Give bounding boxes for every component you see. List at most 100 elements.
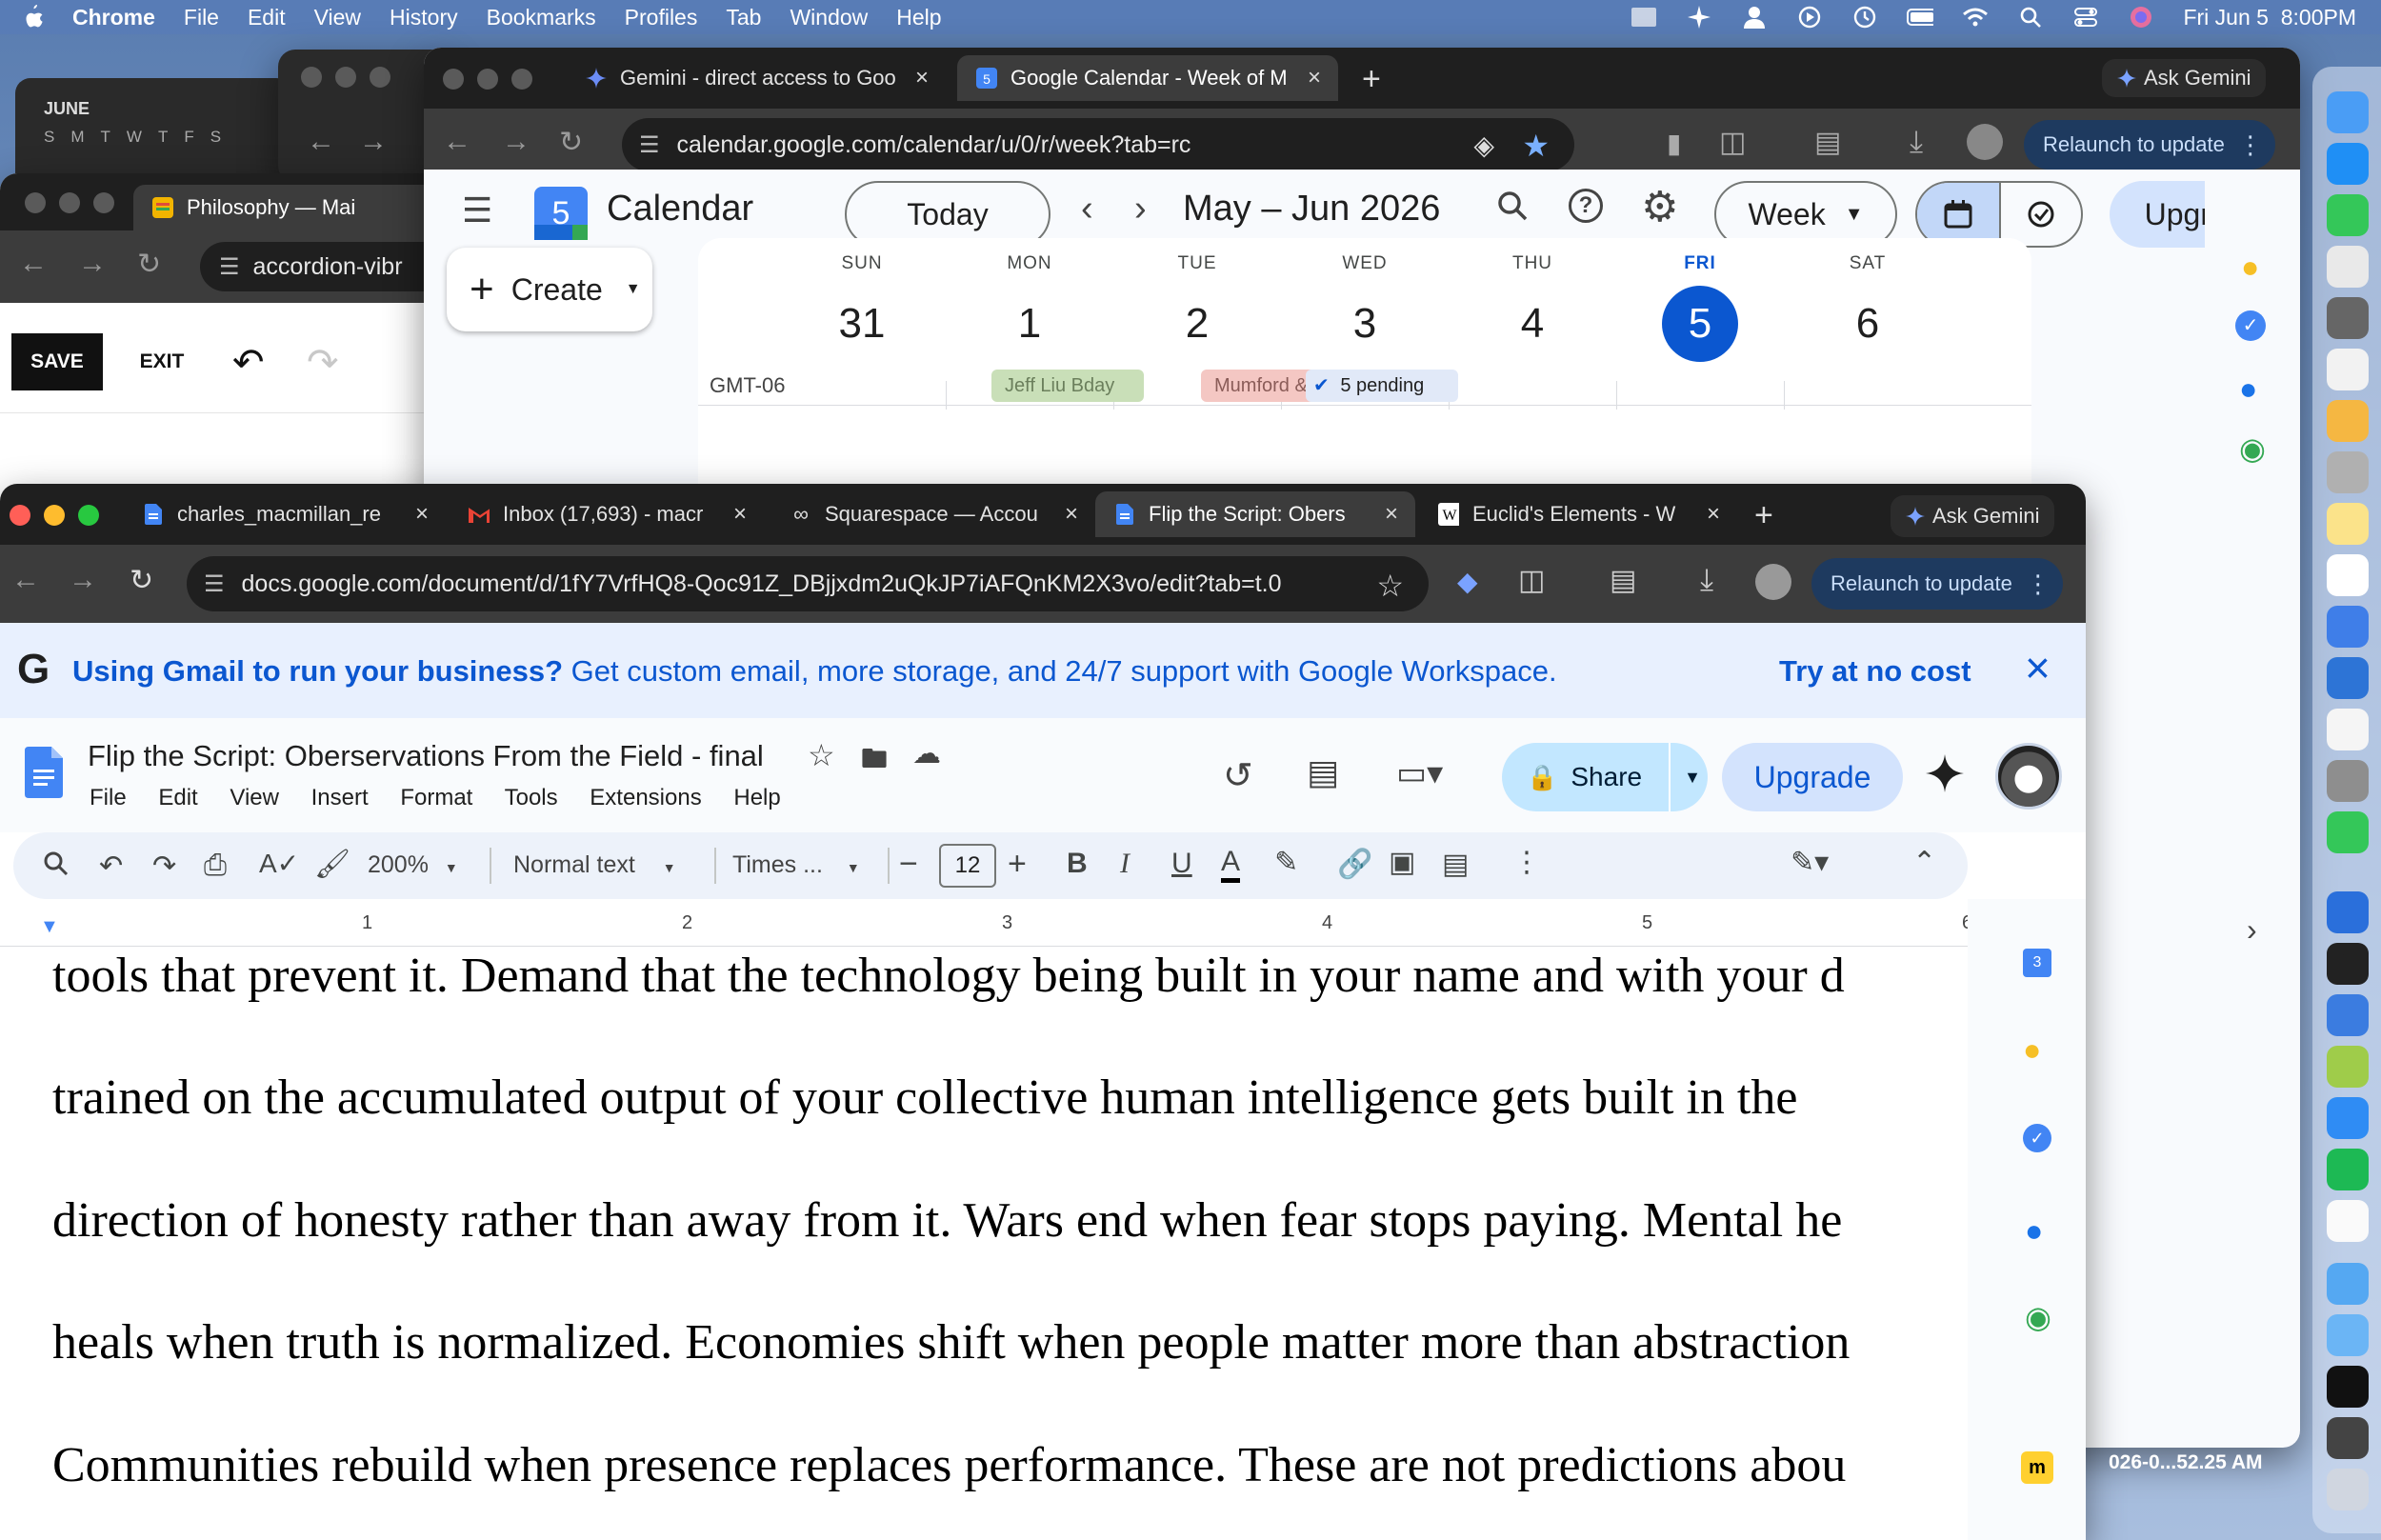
relaunch-to-update-button[interactable]: Relaunch to update ⋮: [1811, 558, 2063, 610]
messages-icon[interactable]: [2327, 194, 2369, 236]
underline-icon[interactable]: U: [1171, 848, 1192, 880]
bookmark-star-icon[interactable]: ★: [1522, 128, 1550, 164]
tab-close-icon[interactable]: ×: [1061, 501, 1082, 528]
tab-gemini[interactable]: Gemini - direct access to Goo ×: [567, 55, 946, 101]
window-zoom-button[interactable]: [370, 67, 390, 88]
forward-arrow-icon[interactable]: →: [78, 248, 107, 280]
battery-icon[interactable]: [1907, 6, 1934, 29]
profile-avatar[interactable]: [1755, 564, 1791, 600]
menu-history[interactable]: History: [390, 5, 458, 30]
day-column-header[interactable]: MON 1: [946, 238, 1113, 362]
move-folder-icon[interactable]: 🖿: [861, 739, 888, 785]
apple-icon[interactable]: [23, 5, 44, 30]
spellcheck-icon[interactable]: A✓: [259, 848, 299, 879]
share-dropdown-icon[interactable]: ▼: [1669, 743, 1701, 811]
download-icon[interactable]: ⤓: [1910, 124, 1923, 160]
bookmark-star-icon[interactable]: ☆: [1376, 568, 1404, 604]
user-avatar[interactable]: [1995, 743, 2062, 810]
try-at-no-cost-link[interactable]: Try at no cost: [1779, 654, 1971, 689]
redo-icon[interactable]: ↷: [307, 341, 339, 385]
window-minimize-button[interactable]: [44, 505, 65, 526]
forward-arrow-icon[interactable]: →: [359, 126, 388, 158]
calendar-icon[interactable]: [2327, 554, 2369, 596]
wifi-icon[interactable]: [1962, 6, 1989, 29]
address-bar[interactable]: ☰ docs.google.com/document/d/1fY7VrfHQ8-…: [187, 556, 1429, 611]
notes-icon[interactable]: [2327, 503, 2369, 545]
font-size-input[interactable]: 12: [939, 844, 996, 888]
menu-tab[interactable]: Tab: [726, 5, 761, 30]
tasks-icon[interactable]: ✓: [2235, 310, 2266, 341]
add-comment-icon[interactable]: ▣: [1389, 846, 1415, 879]
window-minimize-button[interactable]: [59, 192, 80, 213]
indent-marker-icon[interactable]: ▼: [40, 916, 59, 938]
comments-icon[interactable]: ▤: [1307, 752, 1339, 792]
keep-icon[interactable]: ●: [2241, 250, 2259, 285]
hide-menus-icon[interactable]: ⌃: [1912, 846, 1936, 879]
new-tab-button[interactable]: +: [1362, 61, 1381, 98]
menu-format[interactable]: Format: [400, 785, 472, 810]
window-zoom-button[interactable]: [93, 192, 114, 213]
forward-arrow-icon[interactable]: →: [69, 564, 97, 596]
help-icon[interactable]: ?: [1569, 189, 1603, 223]
window-zoom-button[interactable]: [78, 505, 99, 526]
previous-week-icon[interactable]: ‹: [1081, 189, 1093, 230]
extension-icon[interactable]: ▮: [1667, 128, 1681, 159]
tab-close-icon[interactable]: ×: [1703, 501, 1724, 528]
menu-edit[interactable]: Edit: [158, 785, 197, 810]
tasks-view-icon[interactable]: [1998, 183, 2081, 246]
highlight-icon[interactable]: ✎: [1274, 846, 1298, 879]
share-button[interactable]: 🔒 Share ▼: [1502, 743, 1708, 811]
exit-button[interactable]: EXIT: [124, 333, 200, 390]
reminders-icon[interactable]: [2327, 349, 2369, 390]
day-column-header[interactable]: THU 4: [1449, 238, 1616, 362]
tab-philosophy[interactable]: Philosophy — Mai: [133, 185, 457, 230]
xcode-icon[interactable]: [2327, 994, 2369, 1036]
side-calendar-icon[interactable]: 3: [2023, 949, 2051, 977]
address-bar[interactable]: ☰ calendar.google.com/calendar/u/0/r/wee…: [622, 118, 1574, 171]
paint-format-icon[interactable]: 🖌: [314, 848, 350, 881]
back-arrow-icon[interactable]: ←: [19, 248, 48, 280]
screen-thumbnail-icon[interactable]: [1631, 6, 1657, 29]
menu-edit[interactable]: Edit: [248, 5, 286, 30]
create-button[interactable]: + Create ▼: [447, 248, 652, 331]
window-close-button[interactable]: [443, 69, 464, 90]
downloads-folder-icon[interactable]: [2327, 1263, 2369, 1305]
reading-list-icon[interactable]: ▤: [1814, 126, 1841, 159]
document-page[interactable]: tools that prevent it. Demand that the t…: [0, 948, 1968, 1540]
paragraph-style-select[interactable]: Normal text ▼: [513, 851, 676, 879]
ask-gemini-button[interactable]: Ask Gemini: [1891, 495, 2055, 537]
ask-gemini-button[interactable]: Ask Gemini: [2102, 59, 2267, 97]
star-icon[interactable]: ☆: [808, 737, 835, 773]
tab-close-icon[interactable]: ×: [911, 65, 932, 91]
puzzle-extensions-icon[interactable]: ◫: [1719, 126, 1746, 159]
editing-mode-icon[interactable]: ✎▾: [1791, 846, 1829, 879]
text-color-icon[interactable]: A: [1221, 846, 1241, 883]
window-zoom-button[interactable]: [511, 69, 532, 90]
undo-icon[interactable]: ↶: [99, 850, 123, 883]
day-column-header[interactable]: WED 3: [1281, 238, 1449, 362]
safari-icon[interactable]: [2327, 1097, 2369, 1139]
menu-app-name[interactable]: Chrome: [72, 5, 155, 30]
menu-bookmarks[interactable]: Bookmarks: [487, 5, 596, 30]
tab-close-icon[interactable]: ×: [730, 501, 750, 528]
side-contacts-icon[interactable]: ●: [2025, 1213, 2043, 1249]
main-menu-icon[interactable]: ☰: [462, 190, 492, 230]
day-number[interactable]: 3: [1281, 286, 1449, 362]
relaunch-to-update-button[interactable]: Relaunch to update ⋮: [2024, 120, 2275, 170]
menu-window[interactable]: Window: [790, 5, 868, 30]
menu-help[interactable]: Help: [896, 5, 941, 30]
day-number[interactable]: 5: [1616, 286, 1784, 362]
upgrade-button[interactable]: Upgrade: [1722, 743, 1903, 811]
time-machine-icon[interactable]: [1851, 6, 1878, 29]
calendar-view-icon[interactable]: [1917, 183, 1999, 246]
site-settings-icon[interactable]: ☰: [639, 131, 660, 159]
tab-charles-macmillan[interactable]: charles_macmillan_re ×: [124, 491, 446, 537]
tab-close-icon[interactable]: ×: [1381, 501, 1402, 528]
undo-icon[interactable]: ↶: [232, 341, 265, 385]
screenshots-folder-icon[interactable]: [2327, 1417, 2369, 1459]
extension-diamond-icon[interactable]: ◈: [1473, 130, 1494, 161]
document-title[interactable]: Flip the Script: Oberservations From the…: [88, 739, 764, 773]
photos-icon[interactable]: [2327, 400, 2369, 442]
window-close-button[interactable]: [301, 67, 322, 88]
decrease-font-size-icon[interactable]: −: [899, 846, 918, 883]
